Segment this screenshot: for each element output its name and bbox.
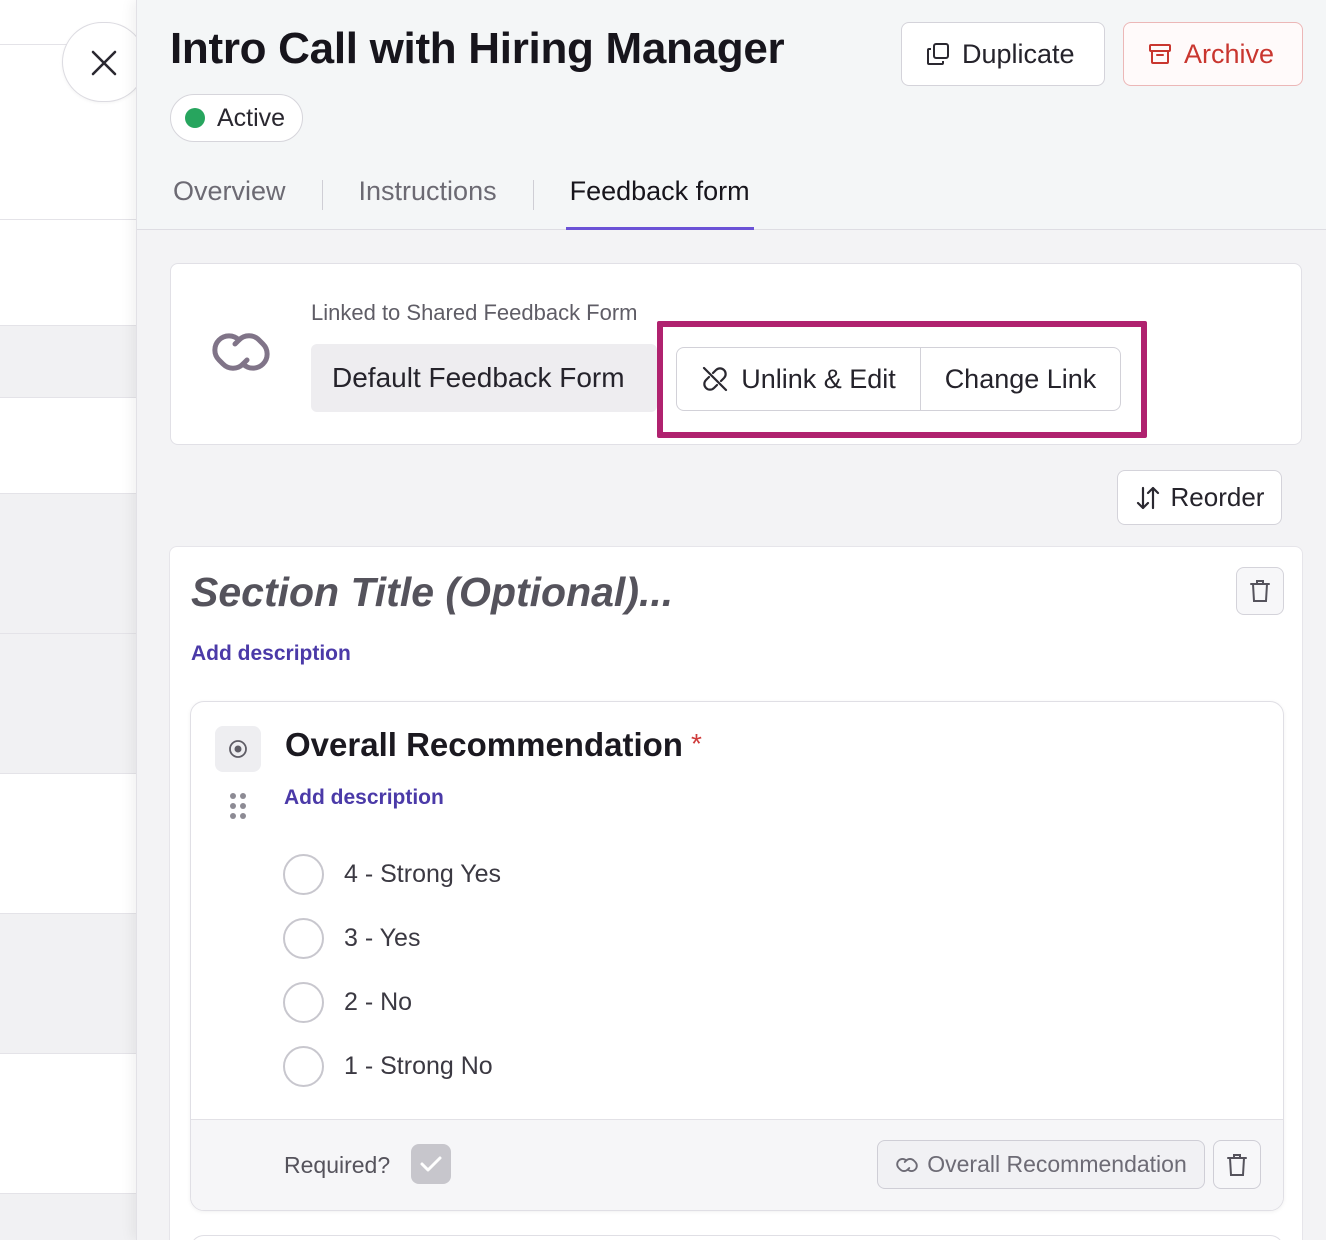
section-add-description-link[interactable]: Add description [191, 642, 351, 666]
required-asterisk: * [691, 728, 702, 759]
background-list [0, 0, 136, 1240]
tab-bar: Overview Instructions Feedback form [173, 160, 754, 230]
reorder-label: Reorder [1170, 482, 1265, 512]
reorder-button[interactable]: Reorder [1117, 470, 1282, 525]
drag-handle-icon[interactable] [229, 792, 247, 820]
linked-field-label: Overall Recommendation [927, 1151, 1187, 1177]
background-list-row [0, 773, 136, 913]
question-add-description-link[interactable]: Add description [284, 786, 444, 810]
background-list-row [0, 1053, 136, 1193]
delete-question-button[interactable] [1213, 1140, 1261, 1189]
background-list-row [0, 913, 136, 1053]
tab-divider [532, 180, 534, 210]
archive-label: Archive [1184, 38, 1275, 69]
status-badge: Active [170, 94, 304, 142]
background-list-row [0, 219, 136, 325]
option-radio[interactable] [283, 854, 324, 895]
option-radio[interactable] [283, 918, 324, 959]
status-label: Active [217, 103, 286, 132]
section-title-input[interactable]: Section Title (Optional)... [191, 569, 673, 616]
option-row: 4 - Strong Yes [283, 854, 501, 895]
radio-type-icon [215, 726, 261, 772]
archive-button[interactable]: Archive [1123, 22, 1303, 86]
tab-overview[interactable]: Overview [173, 160, 286, 227]
sort-icon [1136, 486, 1159, 509]
archive-icon [1149, 44, 1171, 64]
background-list-row [0, 493, 136, 633]
link-actions-group: Unlink & Edit Change Link [676, 347, 1121, 411]
required-checkbox[interactable] [411, 1144, 451, 1184]
option-row: 1 - Strong No [283, 1046, 493, 1087]
unlink-icon [703, 366, 728, 392]
unlink-edit-label: Unlink & Edit [741, 363, 896, 394]
drawer-header: Intro Call with Hiring Manager Active Du… [137, 0, 1326, 230]
form-section-card: Section Title (Optional)... Add descript… [169, 546, 1303, 1240]
background-list-row [0, 1193, 136, 1240]
close-drawer-button[interactable] [62, 22, 146, 102]
question-footer: Required? Overall Recommendation [191, 1119, 1283, 1210]
linked-field-button[interactable]: Overall Recommendation [877, 1140, 1205, 1189]
background-list-row [0, 397, 136, 493]
drawer-panel: Intro Call with Hiring Manager Active Du… [136, 0, 1326, 1240]
option-row: 2 - No [283, 982, 412, 1023]
delete-section-button[interactable] [1236, 567, 1284, 615]
option-row: 3 - Yes [283, 918, 420, 959]
option-label[interactable]: 1 - Strong No [344, 1052, 493, 1081]
next-question-card [190, 1235, 1284, 1240]
check-icon [420, 1156, 442, 1172]
background-list-row [0, 633, 136, 773]
question-title[interactable]: Overall Recommendation [285, 726, 683, 764]
tab-instructions[interactable]: Instructions [359, 160, 497, 227]
linked-form-name: Default Feedback Form [311, 344, 657, 412]
duplicate-button[interactable]: Duplicate [901, 22, 1105, 86]
link-icon [212, 333, 270, 371]
close-icon [91, 50, 117, 76]
option-label[interactable]: 3 - Yes [344, 924, 420, 953]
question-card: Overall Recommendation * Add description… [190, 701, 1284, 1211]
background-list-row [0, 325, 136, 397]
duplicate-icon [927, 43, 949, 65]
option-label[interactable]: 2 - No [344, 988, 412, 1017]
linked-form-card: Linked to Shared Feedback Form Default F… [170, 263, 1302, 445]
linked-form-caption: Linked to Shared Feedback Form [311, 300, 638, 325]
tab-divider [321, 180, 323, 210]
change-link-label: Change Link [944, 363, 1097, 394]
duplicate-label: Duplicate [962, 38, 1075, 69]
change-link-button[interactable]: Change Link [921, 348, 1120, 410]
option-label[interactable]: 4 - Strong Yes [344, 860, 501, 889]
trash-icon [1250, 580, 1270, 602]
unlink-edit-button[interactable]: Unlink & Edit [677, 348, 921, 410]
link-icon [896, 1157, 918, 1172]
status-dot-icon [185, 108, 205, 128]
option-radio[interactable] [283, 982, 324, 1023]
option-radio[interactable] [283, 1046, 324, 1087]
trash-icon [1227, 1153, 1247, 1176]
required-label: Required? [284, 1152, 391, 1178]
tab-feedback-form[interactable]: Feedback form [565, 160, 754, 230]
page-title: Intro Call with Hiring Manager [170, 24, 785, 73]
